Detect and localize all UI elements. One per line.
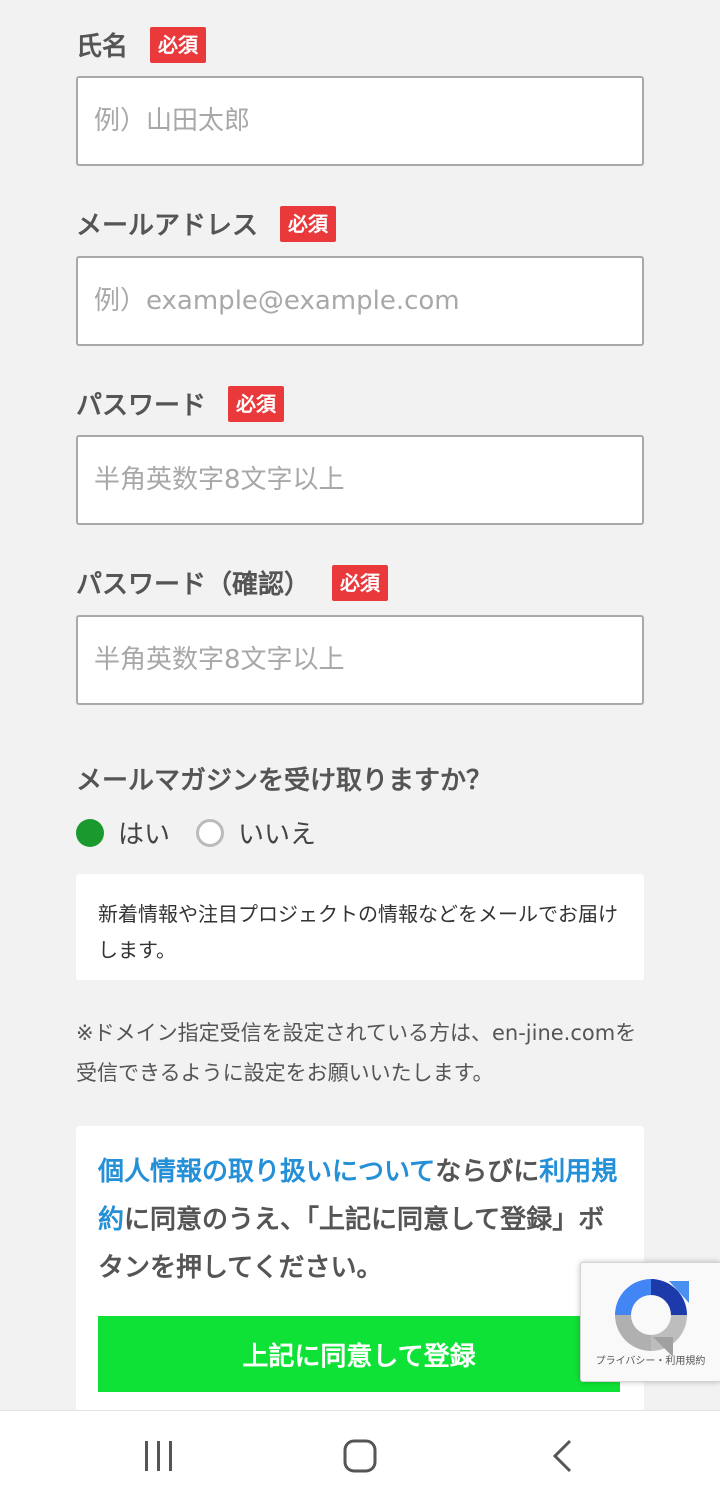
radio-no-label: いいえ — [238, 820, 317, 850]
recaptcha-icon — [615, 1279, 689, 1357]
back-icon[interactable] — [550, 1439, 574, 1477]
privacy-policy-link[interactable]: 個人情報の取り扱いについて — [98, 1157, 435, 1187]
newsletter-question: メールマガジンを受け取りますか？ — [76, 766, 493, 796]
email-label: メールアドレス — [76, 211, 259, 241]
radio-unchecked-icon — [196, 818, 225, 847]
system-nav-bar — [0, 1410, 720, 1505]
recaptcha-links[interactable]: プライバシー・利用規約 — [581, 1352, 720, 1367]
radio-no[interactable]: いいえ — [196, 814, 316, 851]
password-confirm-input[interactable] — [76, 615, 644, 705]
recent-apps-icon[interactable] — [144, 1439, 174, 1477]
required-badge: 必須 — [150, 26, 207, 63]
email-input[interactable] — [76, 256, 644, 346]
radio-yes-label: はい — [118, 820, 171, 850]
agreement-text-1: ならびに — [435, 1157, 540, 1187]
agreement-card: 個人情報の取り扱いについてならびに利用規約に同意のうえ、「上記に同意して登録」ボ… — [76, 1126, 644, 1426]
password-label-row: パスワード 必須 — [76, 385, 285, 422]
radio-yes[interactable]: はい — [76, 814, 170, 851]
agreement-text-2: に同意のうえ、「上記に同意して登録」ボタンを押してください。 — [98, 1205, 605, 1283]
recaptcha-badge[interactable]: プライバシー・利用規約 — [580, 1262, 720, 1382]
required-badge: 必須 — [280, 205, 337, 242]
required-badge: 必須 — [332, 564, 389, 601]
password-label: パスワード — [76, 391, 207, 421]
name-label: 氏名 — [76, 32, 129, 62]
newsletter-radio-group: はい いいえ — [76, 814, 342, 851]
email-label-row: メールアドレス 必須 — [76, 205, 337, 242]
password-input[interactable] — [76, 435, 644, 525]
agree-register-button[interactable]: 上記に同意して登録 — [98, 1316, 620, 1392]
password-confirm-label: パスワード（確認） — [76, 570, 311, 600]
radio-checked-icon — [76, 818, 104, 847]
name-label-row: 氏名 必須 — [76, 26, 207, 63]
agreement-text: 個人情報の取り扱いについてならびに利用規約に同意のうえ、「上記に同意して登録」ボ… — [98, 1148, 618, 1292]
home-icon[interactable] — [343, 1439, 377, 1477]
password-confirm-label-row: パスワード（確認） 必須 — [76, 564, 389, 601]
newsletter-note: 新着情報や注目プロジェクトの情報などをメールでお届けします。 — [76, 874, 644, 980]
domain-note: ※ドメイン指定受信を設定されている方は、en-jine.comを受信できるように… — [76, 1021, 637, 1085]
name-input[interactable] — [76, 76, 644, 166]
required-badge: 必須 — [228, 385, 285, 422]
